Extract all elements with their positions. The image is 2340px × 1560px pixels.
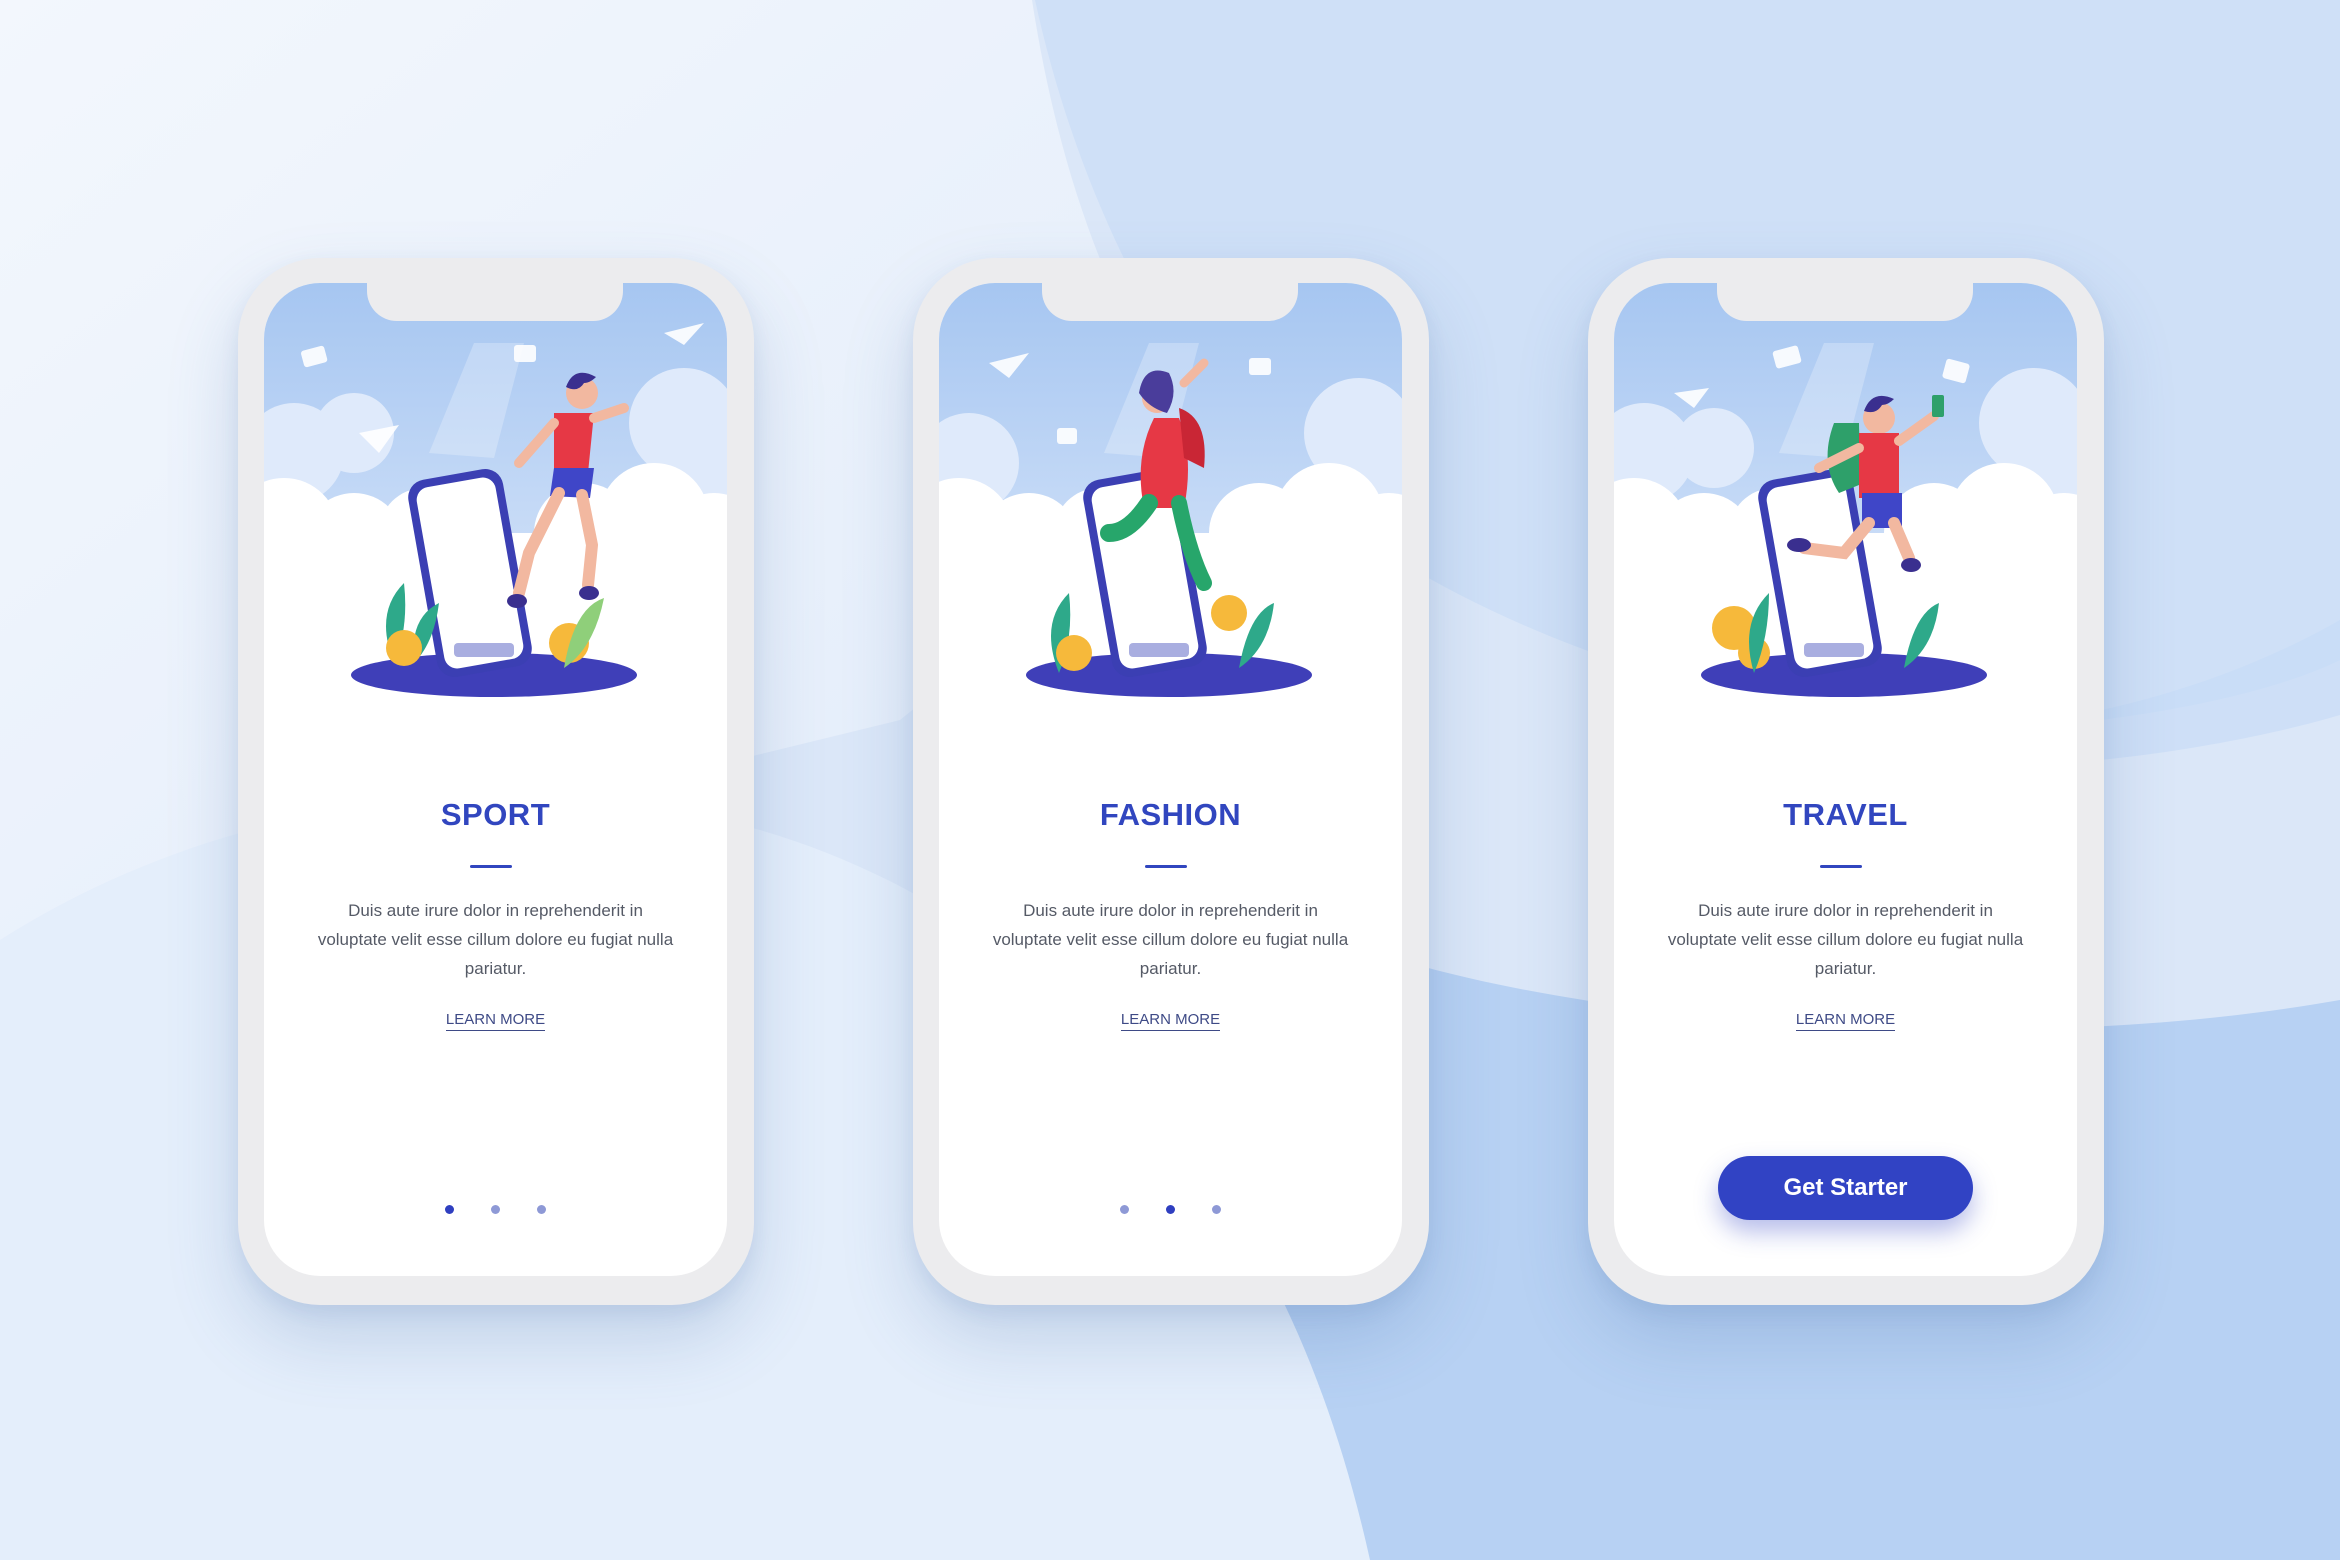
page-dot-3[interactable] bbox=[537, 1204, 546, 1214]
learn-more-link[interactable]: LEARN MORE bbox=[445, 1011, 546, 1031]
runner-illustration bbox=[264, 283, 727, 753]
screen-title: FASHION bbox=[1099, 797, 1242, 832]
fashion-illustration bbox=[939, 283, 1402, 753]
page-dot-1[interactable] bbox=[445, 1204, 454, 1214]
phone-notch bbox=[367, 283, 623, 321]
get-starter-button[interactable]: Get Starter bbox=[1718, 1156, 1973, 1220]
screen-title: SPORT bbox=[440, 797, 551, 832]
learn-more-link-wrapper: LEARN MORE bbox=[939, 1011, 1402, 1031]
phone-notch bbox=[1042, 283, 1298, 321]
page-indicator bbox=[264, 1203, 727, 1215]
onboarding-screen-travel: TRAVEL Duis aute irure dolor in reprehen… bbox=[1614, 283, 2077, 1276]
phone-travel: TRAVEL Duis aute irure dolor in reprehen… bbox=[1588, 258, 2104, 1305]
phone-fashion: FASHION Duis aute irure dolor in reprehe… bbox=[913, 258, 1429, 1305]
learn-more-link-wrapper: LEARN MORE bbox=[1614, 1011, 2077, 1031]
screen-title: TRAVEL bbox=[1783, 797, 1908, 832]
learn-more-link[interactable]: LEARN MORE bbox=[1795, 1011, 1896, 1031]
page-dot-1[interactable] bbox=[1120, 1204, 1129, 1214]
page-dot-3[interactable] bbox=[1212, 1204, 1221, 1214]
screen-description: Duis aute irure dolor in reprehenderit i… bbox=[317, 901, 674, 978]
onboarding-screen-sport: SPORT Duis aute irure dolor in reprehend… bbox=[264, 283, 727, 1276]
page-dot-2[interactable] bbox=[1166, 1204, 1175, 1214]
title-divider bbox=[1145, 865, 1187, 868]
traveler-illustration bbox=[1614, 283, 2077, 753]
learn-more-link[interactable]: LEARN MORE bbox=[1120, 1011, 1221, 1031]
screen-description: Duis aute irure dolor in reprehenderit i… bbox=[992, 901, 1349, 978]
title-divider bbox=[470, 865, 512, 868]
page-dot-2[interactable] bbox=[491, 1204, 500, 1214]
phone-notch bbox=[1717, 283, 1973, 321]
onboarding-screen-fashion: FASHION Duis aute irure dolor in reprehe… bbox=[939, 283, 1402, 1276]
learn-more-link-wrapper: LEARN MORE bbox=[264, 1011, 727, 1031]
phone-sport: SPORT Duis aute irure dolor in reprehend… bbox=[238, 258, 754, 1305]
title-divider bbox=[1820, 865, 1862, 868]
page-indicator bbox=[939, 1203, 1402, 1215]
screen-description: Duis aute irure dolor in reprehenderit i… bbox=[1667, 901, 2024, 978]
